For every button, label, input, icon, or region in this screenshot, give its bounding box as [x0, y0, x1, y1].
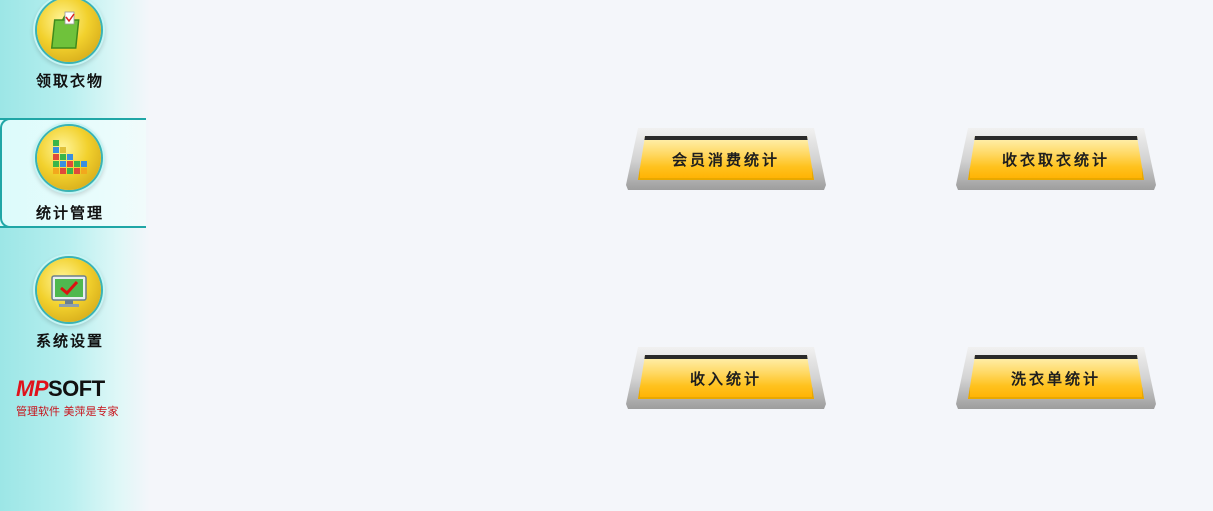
- sidebar-item-collect-clothes[interactable]: 领取衣物: [0, 0, 146, 100]
- shopping-bag-icon: [37, 0, 101, 62]
- member-consumption-stats-button[interactable]: 会员消费统计: [626, 128, 826, 190]
- sidebar-item-system-settings[interactable]: 系统设置: [0, 250, 146, 360]
- brand-tagline: 管理软件 美萍是专家: [16, 405, 119, 418]
- monitor-check-icon: [37, 258, 101, 322]
- sidebar-item-label: 系统设置: [35, 332, 104, 350]
- sidebar-item-label: 领取衣物: [35, 72, 104, 90]
- receive-pickup-stats-button[interactable]: 收衣取衣统计: [956, 128, 1156, 190]
- bar-chart-icon: [37, 126, 101, 190]
- sidebar-item-statistics[interactable]: 统计管理: [0, 118, 146, 228]
- laundry-order-stats-button[interactable]: 洗衣单统计: [956, 347, 1156, 409]
- sidebar: 领取衣物 统计管理 系统设置 MPSOFT 管理软件 美萍是专家: [0, 0, 150, 511]
- income-stats-button[interactable]: 收入统计: [626, 347, 826, 409]
- sidebar-item-label: 统计管理: [35, 204, 104, 222]
- logo-wordmark: MPSOFT: [16, 376, 105, 401]
- brand-logo: MPSOFT 管理软件 美萍是专家: [16, 376, 136, 419]
